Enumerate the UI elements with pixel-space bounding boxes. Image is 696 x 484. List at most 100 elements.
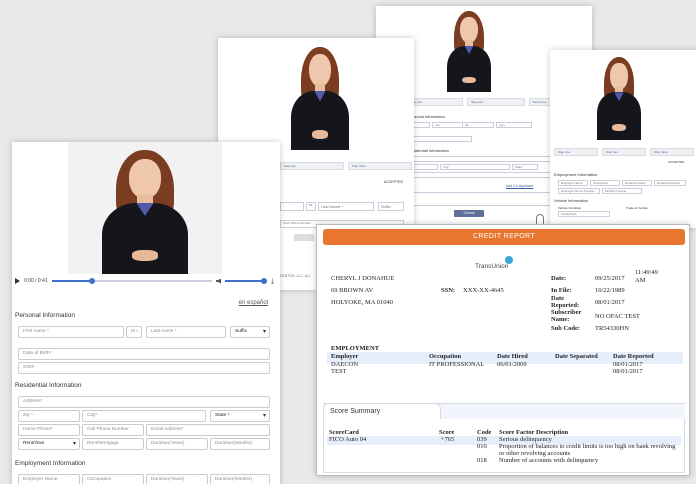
consumer-name: CHERYL J DONAHUE: [331, 275, 395, 282]
tab-step-one[interactable]: Step one: [554, 148, 598, 156]
employer-name-input[interactable]: Employer Name: [18, 474, 80, 484]
date-of-birth-input[interactable]: Date of Birth*: [18, 348, 270, 360]
time-value: 11:49:49 AM: [635, 269, 658, 284]
scorecard-name: FICO Auto 04: [329, 436, 367, 443]
residence-duration-months-input[interactable]: Duration(Months): [210, 438, 270, 450]
sub-code-label: Sub Code:: [551, 325, 581, 332]
employment-header: Date Hired: [497, 353, 528, 360]
rent-own-select[interactable]: Rent/Own: [18, 438, 80, 450]
credit-report-sheet: CREDIT REPORT TransUnion CHERYL J DONAHU…: [316, 224, 690, 476]
employment-cell: DAECON: [331, 361, 359, 368]
submit-button[interactable]: Submit: [454, 210, 484, 217]
application-form-sheet: 0:00 / 0:41 ⤓ en español Personal Inform…: [12, 142, 280, 484]
zip-input[interactable]: Zip *: [18, 410, 80, 422]
tab-step-one[interactable]: Step one: [406, 98, 464, 106]
duration-months-field[interactable]: Duration(Months): [654, 180, 686, 186]
play-icon[interactable]: [15, 278, 20, 284]
ssn-input[interactable]: SSN*: [18, 362, 270, 374]
city-field[interactable]: City*: [440, 164, 510, 170]
section-title: Residential Information: [408, 148, 449, 153]
video-player[interactable]: [68, 142, 222, 274]
city-input[interactable]: City*: [82, 410, 206, 422]
volume-handle[interactable]: [261, 278, 267, 284]
first-name-input[interactable]: First name *: [18, 326, 124, 338]
employment-information-heading: Employment Information: [15, 460, 86, 467]
download-icon[interactable]: ⤓: [271, 278, 277, 285]
mi-field[interactable]: MI: [306, 202, 316, 211]
factor-description: Number of accounts with delinquency: [499, 457, 599, 464]
employment-header: Date Reported: [613, 353, 654, 360]
employment-header: Employer: [331, 353, 359, 360]
video-controls: 0:00 / 0:41 ⤓: [12, 274, 280, 288]
subscriber-name-value: NO OFAC TEST: [595, 313, 640, 320]
day-select[interactable]: dd: [462, 122, 494, 128]
field[interactable]: [280, 202, 304, 211]
address-input[interactable]: Address*: [18, 396, 270, 408]
residence-duration-years-input[interactable]: Duration(Years): [146, 438, 208, 450]
address-field[interactable]: [408, 156, 568, 162]
last-name-field[interactable]: Last Name *: [318, 202, 374, 211]
footer-text: DEBTOR, LLC. ALL: [280, 274, 311, 278]
factor-code: 018: [477, 457, 487, 464]
sub-code-value: TR54330HN: [595, 325, 629, 332]
rent-mortgage-input[interactable]: Rent/Mortgage: [82, 438, 144, 450]
tab-step-two[interactable]: Step two: [602, 148, 646, 156]
video-time: 0:00 / 0:41: [24, 278, 48, 284]
tab-score-summary[interactable]: Score Summary: [323, 403, 441, 419]
presenter-video: [436, 6, 502, 92]
ssn-label: SSN:: [441, 287, 456, 294]
factor-description: or other revolving accounts: [499, 450, 571, 457]
factor-description: Serious delinquency: [499, 436, 552, 443]
cell-phone-input[interactable]: Cell Phone Number: [82, 424, 144, 436]
employment-cell: TEST: [331, 368, 347, 375]
section-title: Vehicle Information: [554, 198, 589, 203]
middle-initial-input[interactable]: M I: [126, 326, 142, 338]
monthly-income-field[interactable]: Monthly Income: [602, 188, 642, 194]
state-select[interactable]: State *: [512, 164, 538, 170]
factor-description: Proportion of balances to credit limits …: [499, 443, 676, 450]
employment-header: Date Separated: [555, 353, 598, 360]
spanish-language-link[interactable]: en español: [239, 300, 268, 306]
field[interactable]: [408, 172, 568, 178]
tab-step-three[interactable]: Step three: [650, 148, 694, 156]
back-button[interactable]: [294, 234, 314, 241]
occupation-field[interactable]: Occupation: [590, 180, 620, 186]
video-progress-handle[interactable]: [88, 278, 95, 284]
suffix-select[interactable]: Suffix: [230, 326, 270, 338]
personal-information-heading: Personal Information: [15, 312, 75, 319]
field[interactable]: [408, 136, 472, 142]
suffix-select[interactable]: Suffix: [378, 202, 404, 211]
home-phone-input[interactable]: Home Phone*: [18, 424, 80, 436]
duration-years-field[interactable]: Duration(Years): [622, 180, 652, 186]
factor-code: 010: [477, 443, 487, 450]
tab-step-two[interactable]: Step two: [280, 162, 344, 170]
add-co-applicant-link[interactable]: Add Co-Applicant: [506, 184, 533, 188]
presenter-video: [82, 142, 208, 274]
volume-icon[interactable]: [216, 278, 221, 284]
tab-step-three[interactable]: Step three: [348, 162, 412, 170]
credit-report-title: CREDIT REPORT: [323, 229, 685, 245]
date-value: 09/25/2017: [595, 275, 625, 282]
year-select[interactable]: yyyy: [496, 122, 532, 128]
employment-duration-years-input[interactable]: Duration(Years): [146, 474, 208, 484]
trade-in-label: Trade-In Vehicle: [626, 206, 648, 210]
last-name-input[interactable]: Last name *: [146, 326, 226, 338]
score-header: ScoreCard: [329, 429, 359, 436]
video-progress-fill: [51, 280, 92, 282]
in-file-value: 10/22/1989: [595, 287, 625, 294]
video-progress-bar[interactable]: [51, 278, 212, 284]
occupation-input[interactable]: Occupation: [82, 474, 144, 484]
accepted-label: ACCEPTED: [384, 180, 404, 184]
tab-step-two[interactable]: Step two: [467, 98, 525, 106]
employment-duration-months-input[interactable]: Duration(Months): [210, 474, 270, 484]
employer-field[interactable]: Employer Name: [558, 180, 588, 186]
state-select[interactable]: State *: [210, 410, 270, 422]
vehicle-condition-select[interactable]: Stock/Used: [558, 211, 610, 217]
email-input[interactable]: Email Address*: [146, 424, 270, 436]
section-title: Employment Information: [554, 172, 598, 177]
consumer-street: 69 BROWN AV: [331, 287, 374, 294]
employer-phone-field[interactable]: Employer Phone Number: [558, 188, 600, 194]
volume-slider[interactable]: [225, 278, 267, 284]
consumer-city-state: HOLYOKE, MA 01040: [331, 299, 394, 306]
score-value: +765: [441, 436, 455, 443]
